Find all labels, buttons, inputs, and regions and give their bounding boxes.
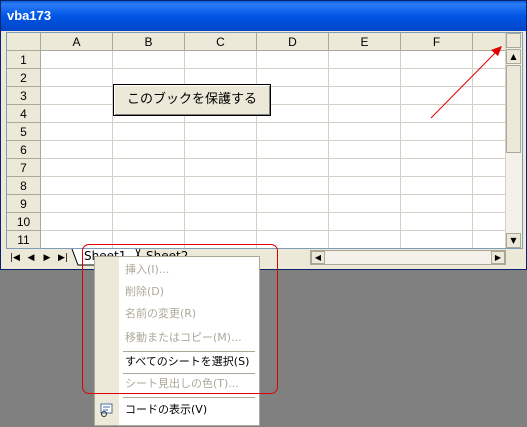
gridline: [41, 230, 506, 231]
prev-sheet-icon[interactable]: ◀: [24, 251, 38, 265]
gridline: [400, 51, 401, 248]
scroll-up-icon[interactable]: ▲: [506, 49, 521, 64]
vertical-scrollbar[interactable]: ▲ ▼: [505, 33, 522, 248]
last-sheet-icon[interactable]: ▶|: [56, 251, 70, 265]
menu-item-view-code[interactable]: コードの表示(V): [125, 401, 207, 419]
menu-separator: [123, 397, 255, 398]
horizontal-scrollbar[interactable]: ◀ ▶: [310, 250, 506, 265]
protect-workbook-button[interactable]: このブックを保護する: [113, 84, 271, 116]
gridline: [112, 51, 113, 248]
row-header-4[interactable]: 4: [7, 105, 41, 123]
annotation-highlight-box: [82, 244, 278, 394]
row-header-7[interactable]: 7: [7, 159, 41, 177]
gridline: [472, 51, 473, 248]
window-title: vba173: [7, 8, 52, 23]
split-box-icon[interactable]: [506, 33, 521, 48]
column-header-e[interactable]: E: [329, 33, 401, 51]
title-bar[interactable]: vba173: [1, 1, 526, 31]
gridline: [41, 86, 506, 87]
workbook-window: vba173 A B C D E F 1 2 3 4 5 6 7 8 9 10 …: [0, 0, 527, 270]
worksheet-grid[interactable]: A B C D E F 1 2 3 4 5 6 7 8 9 10 11 このブッ…: [6, 32, 523, 249]
column-header-g[interactable]: [473, 33, 508, 51]
gridline: [328, 51, 329, 248]
scroll-left-icon[interactable]: ◀: [311, 251, 325, 264]
column-header-f[interactable]: F: [401, 33, 473, 51]
gridline: [184, 51, 185, 248]
gridline: [41, 158, 506, 159]
row-header-8[interactable]: 8: [7, 177, 41, 195]
gridline: [41, 194, 506, 195]
gridline: [41, 68, 506, 69]
gridline: [256, 51, 257, 248]
row-header-3[interactable]: 3: [7, 87, 41, 105]
gridline: [41, 122, 506, 123]
column-header-b[interactable]: B: [113, 33, 185, 51]
row-header-1[interactable]: 1: [7, 51, 41, 69]
next-sheet-icon[interactable]: ▶: [40, 251, 54, 265]
first-sheet-icon[interactable]: |◀: [8, 251, 22, 265]
row-header-11[interactable]: 11: [7, 231, 41, 248]
gridline: [41, 140, 506, 141]
scroll-right-icon[interactable]: ▶: [491, 251, 505, 264]
gridline: [41, 176, 506, 177]
column-header-a[interactable]: A: [41, 33, 113, 51]
select-all-corner[interactable]: [7, 33, 41, 51]
column-header-d[interactable]: D: [257, 33, 329, 51]
row-header-9[interactable]: 9: [7, 195, 41, 213]
column-header-c[interactable]: C: [185, 33, 257, 51]
view-code-icon: [100, 403, 113, 417]
row-header-2[interactable]: 2: [7, 69, 41, 87]
gridline: [41, 104, 506, 105]
row-header-5[interactable]: 5: [7, 123, 41, 141]
scroll-down-icon[interactable]: ▼: [506, 233, 521, 248]
gridline: [41, 212, 506, 213]
row-header-10[interactable]: 10: [7, 213, 41, 231]
row-header-6[interactable]: 6: [7, 141, 41, 159]
vertical-scroll-thumb[interactable]: [506, 65, 521, 153]
